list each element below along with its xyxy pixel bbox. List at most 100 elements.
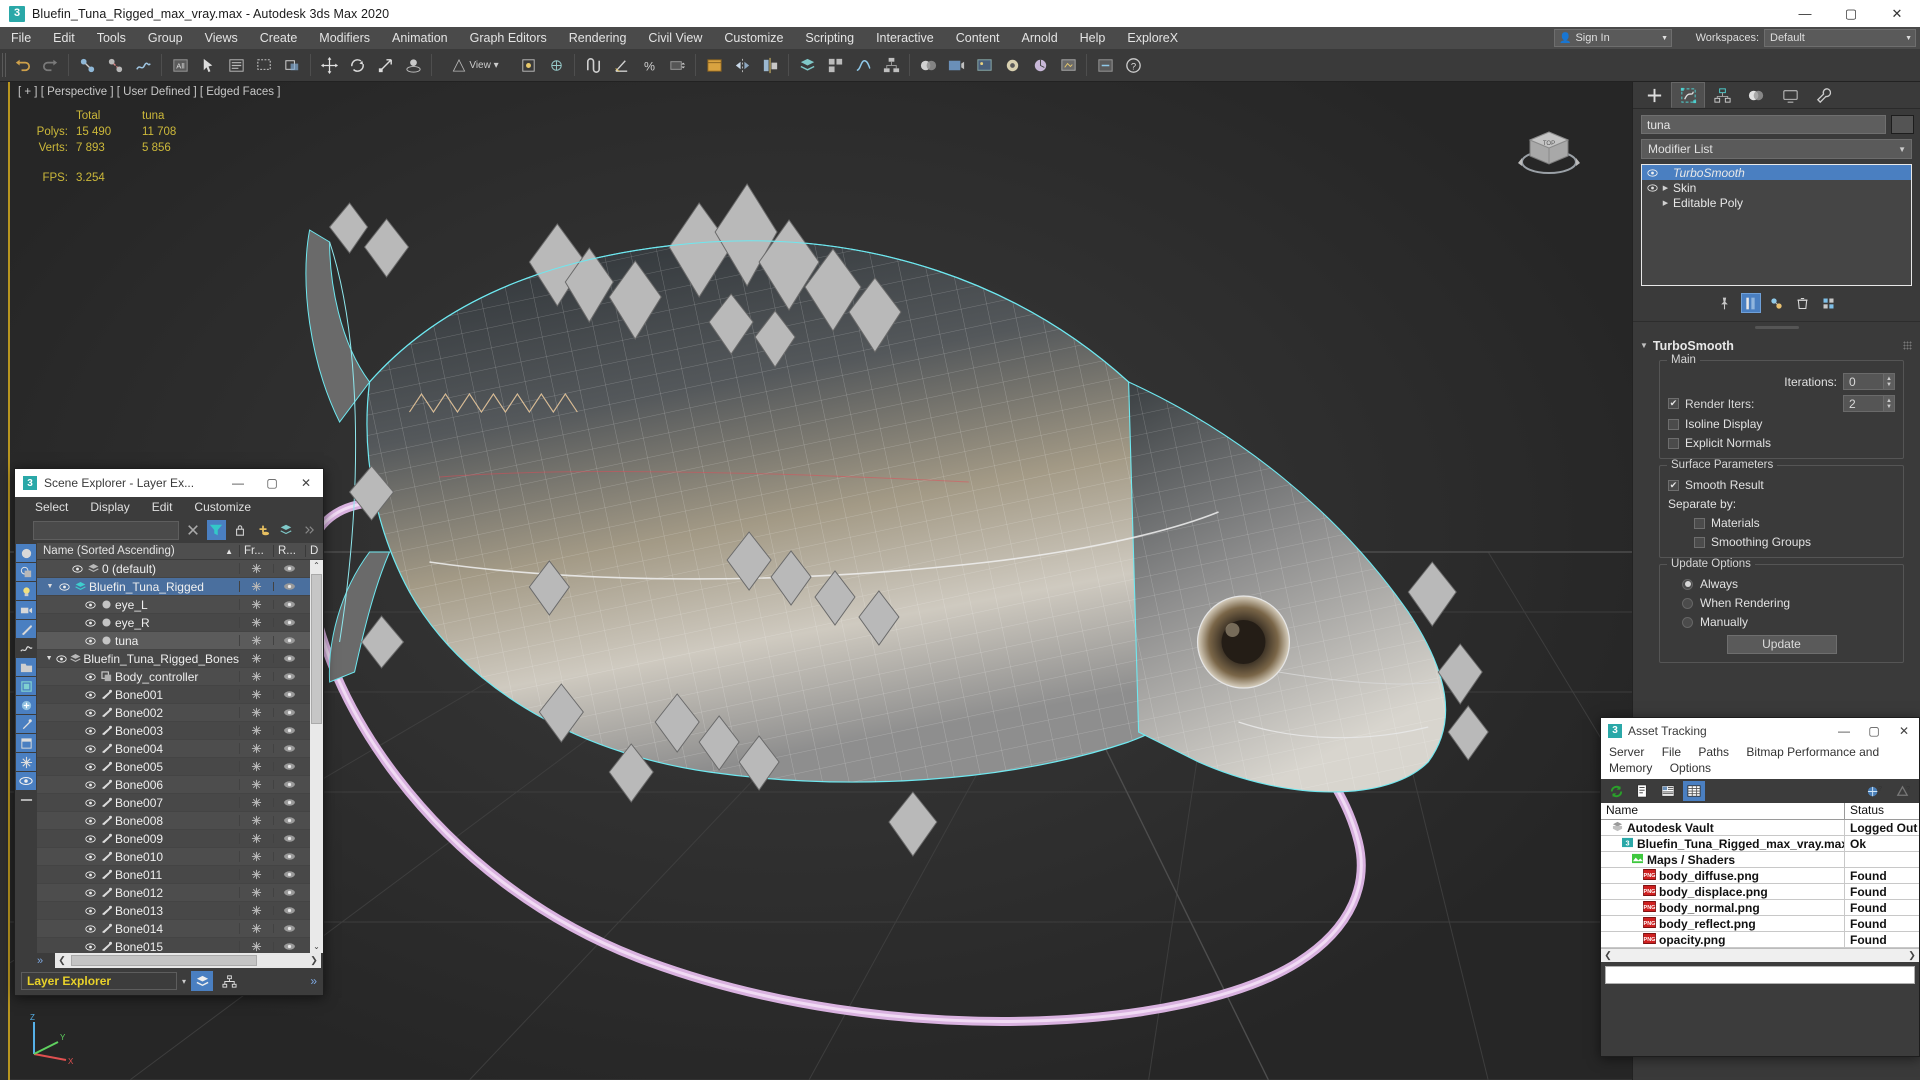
scene-explorer-titlebar[interactable]: 3 Scene Explorer - Layer Ex... — ▢ ✕ [15, 469, 323, 497]
tree-row[interactable]: ▼ Bluefin_Tuna_Rigged_Bones [37, 650, 323, 668]
tree-row[interactable]: Bone007 [37, 794, 323, 812]
filter-containers-icon[interactable] [16, 696, 36, 714]
frozen-toggle[interactable] [239, 887, 273, 898]
select-and-move-icon[interactable] [316, 52, 342, 78]
curve-editor-icon[interactable] [850, 52, 876, 78]
select-by-name-icon[interactable] [223, 52, 249, 78]
frozen-toggle[interactable] [239, 689, 273, 700]
snaps-toggle-icon[interactable] [580, 52, 606, 78]
spinner-snap-icon[interactable] [664, 52, 690, 78]
use-pivot-icon[interactable] [515, 52, 541, 78]
view-cube[interactable]: TOP [1508, 110, 1590, 184]
asset-row[interactable]: PNG body_normal.png Found [1601, 900, 1919, 916]
modifier-stack[interactable]: TurboSmooth ▶ Skin ▶ Editable Poly [1641, 164, 1912, 286]
visibility-eye-icon[interactable] [70, 564, 85, 573]
menu-help[interactable]: Help [1069, 27, 1117, 49]
add-network-path-icon[interactable]: ? [1863, 781, 1885, 801]
reference-coordinate-dropdown[interactable]: View ▾ [437, 52, 513, 78]
tree-row[interactable]: Bone014 [37, 920, 323, 938]
asset-row[interactable]: 3 Bluefin_Tuna_Rigged_max_vray.max Ok [1601, 836, 1919, 852]
material-editor-icon[interactable] [915, 52, 941, 78]
frozen-toggle[interactable] [239, 815, 273, 826]
visibility-eye-icon[interactable] [57, 582, 72, 591]
display-tab[interactable] [1773, 82, 1807, 108]
render-toggle[interactable] [273, 852, 305, 861]
menu-customize[interactable]: Customize [194, 500, 251, 514]
angle-snap-icon[interactable] [608, 52, 634, 78]
align-icon[interactable] [757, 52, 783, 78]
visibility-eye-icon[interactable] [83, 870, 98, 879]
schematic-view-icon[interactable] [878, 52, 904, 78]
make-unique-icon[interactable] [1767, 293, 1787, 313]
tree-row[interactable]: tuna [37, 632, 323, 650]
scroll-thumb[interactable] [311, 574, 322, 724]
visibility-eye-icon[interactable] [83, 942, 98, 951]
visibility-eye-icon[interactable] [83, 726, 98, 735]
column-d[interactable]: D [305, 545, 323, 557]
frozen-toggle[interactable] [239, 851, 273, 862]
menu-graph-editors[interactable]: Graph Editors [459, 27, 558, 49]
when-rendering-radio[interactable] [1682, 597, 1693, 609]
filter-cameras-icon[interactable] [16, 601, 36, 619]
render-toggle[interactable] [273, 744, 305, 753]
visibility-eye-icon[interactable] [83, 852, 98, 861]
manually-radio-row[interactable]: Manually [1668, 615, 1895, 629]
smoothing-groups-checkbox[interactable] [1694, 536, 1705, 548]
visibility-eye-icon[interactable] [83, 618, 98, 627]
render-toggle[interactable] [273, 942, 305, 951]
window-crossing-icon[interactable] [279, 52, 305, 78]
column-name[interactable]: Name (Sorted Ascending) ▲ [37, 545, 239, 557]
close-button[interactable]: ✕ [289, 469, 323, 497]
asset-row[interactable]: PNG body_displace.png Found [1601, 884, 1919, 900]
explicit-normals-row[interactable]: Explicit Normals [1668, 436, 1895, 450]
close-button[interactable]: ✕ [1874, 0, 1920, 27]
menu-modifiers[interactable]: Modifiers [308, 27, 381, 49]
render-toggle[interactable] [273, 906, 305, 915]
tree-row[interactable]: Bone009 [37, 830, 323, 848]
visibility-eye-icon[interactable] [1645, 168, 1660, 177]
layer-list-icon[interactable] [191, 971, 214, 991]
tree-row[interactable]: 0 (default) [37, 560, 323, 578]
menu-animation[interactable]: Animation [381, 27, 459, 49]
tree-row[interactable]: Bone003 [37, 722, 323, 740]
tree-row[interactable]: Bone005 [37, 758, 323, 776]
hierarchy-view-icon[interactable] [218, 971, 240, 991]
rendered-frame-window-icon[interactable] [971, 52, 997, 78]
layer-explorer-icon[interactable] [794, 52, 820, 78]
toolbar-grip[interactable] [2, 53, 8, 77]
tree-row[interactable]: eye_L [37, 596, 323, 614]
create-tab[interactable] [1637, 82, 1671, 108]
render-iterative-icon[interactable] [1027, 52, 1053, 78]
filter-all-icon[interactable] [16, 544, 36, 562]
render-toggle[interactable] [273, 762, 305, 771]
menu-civil-view[interactable]: Civil View [637, 27, 713, 49]
asset-row[interactable]: PNG body_reflect.png Found [1601, 916, 1919, 932]
render-toggle[interactable] [273, 834, 305, 843]
tree-row[interactable]: ▼ Bluefin_Tuna_Rigged [37, 578, 323, 596]
frozen-toggle[interactable] [239, 653, 273, 664]
menu-arnold[interactable]: Arnold [1011, 27, 1069, 49]
tree-row[interactable]: Bone002 [37, 704, 323, 722]
visibility-eye-icon[interactable] [83, 798, 98, 807]
modifier-stack-item-turbosmooth[interactable]: TurboSmooth [1642, 165, 1911, 180]
visibility-eye-icon[interactable] [83, 672, 98, 681]
minimize-button[interactable]: — [221, 469, 255, 497]
mirror-icon[interactable] [729, 52, 755, 78]
filter-icon[interactable] [206, 520, 226, 540]
maximize-button[interactable]: ▢ [255, 469, 289, 497]
filter-helpers-icon[interactable] [16, 620, 36, 638]
tree-row[interactable]: Bone012 [37, 884, 323, 902]
refresh-icon[interactable] [1605, 781, 1627, 801]
render-toggle[interactable] [273, 672, 305, 681]
materials-checkbox[interactable] [1694, 517, 1705, 529]
minimize-button[interactable]: — [1829, 718, 1859, 743]
modifier-stack-item-skin[interactable]: ▶ Skin [1642, 180, 1911, 195]
menu-file[interactable]: File [1662, 745, 1681, 759]
workspace-dropdown[interactable]: Default ▼ [1764, 29, 1916, 47]
visibility-icon[interactable] [16, 772, 36, 790]
visibility-eye-icon[interactable] [83, 744, 98, 753]
render-toggle[interactable] [273, 726, 305, 735]
modify-tab[interactable] [1671, 82, 1705, 108]
render-toggle[interactable] [273, 582, 305, 591]
render-toggle[interactable] [273, 690, 305, 699]
